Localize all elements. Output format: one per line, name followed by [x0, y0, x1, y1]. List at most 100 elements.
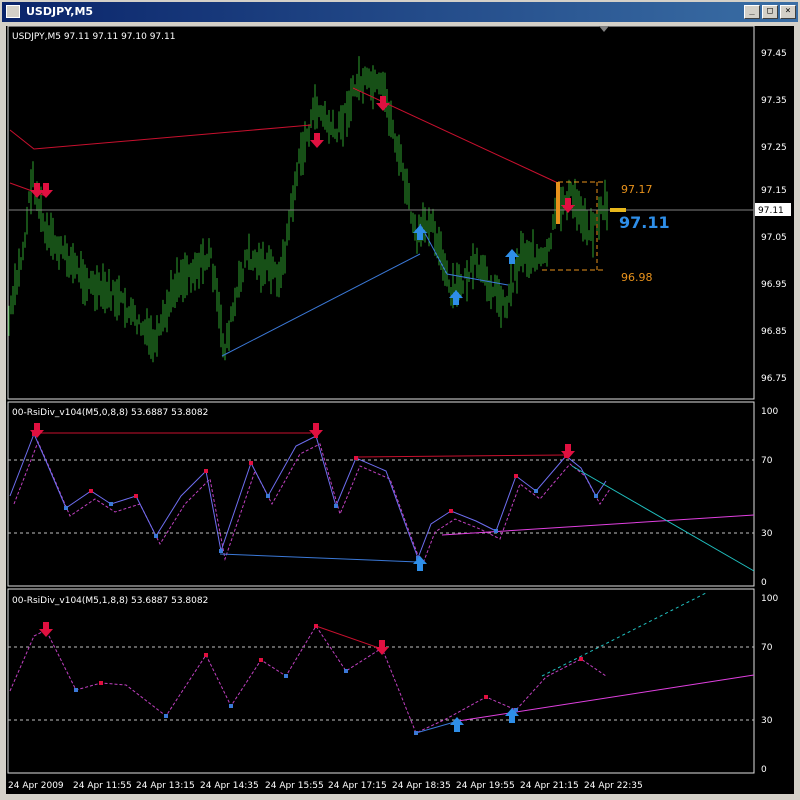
rsi-1-red-divergence-2	[355, 454, 567, 458]
swing-high-marker	[89, 489, 93, 493]
rsi-1-magenta-line	[441, 514, 755, 536]
price-label: 96.95	[761, 280, 787, 290]
time-label: 24 Apr 18:35	[392, 781, 451, 791]
chart-svg: USDJPY,M5 97.11 97.11 97.10 97.11 97.17 …	[7, 25, 791, 791]
swing-high-marker	[259, 658, 263, 662]
blue-trendline-1	[221, 253, 421, 357]
upper-level-label: 97.17	[621, 183, 653, 196]
swing-low-marker	[74, 688, 78, 692]
swing-high-marker	[204, 653, 208, 657]
minimize-button[interactable]: _	[744, 5, 760, 19]
rsi-2-scale-label: 100	[761, 594, 778, 604]
swing-low-marker	[64, 506, 68, 510]
rsi-panel-1-header: 00-RsiDiv_v104(M5,0,8,8) 53.6887 53.8082	[12, 408, 208, 418]
time-label: 24 Apr 15:55	[265, 781, 324, 791]
swing-low-marker	[284, 674, 288, 678]
swing-low-marker	[154, 534, 158, 538]
price-label: 97.45	[761, 49, 787, 59]
swing-low-marker	[164, 714, 168, 718]
swing-high-marker	[99, 681, 103, 685]
rsi-2-cyan-line	[541, 592, 707, 677]
swing-low-marker	[109, 502, 113, 506]
swing-high-marker	[314, 624, 318, 628]
red-trendline-left	[9, 124, 312, 150]
price-label: 97.25	[761, 143, 787, 153]
swing-low-marker	[414, 731, 418, 735]
rsi-1-main-line	[9, 432, 607, 560]
swing-low-marker	[334, 504, 338, 508]
sell-arrow-icon	[310, 133, 324, 148]
price-label: 96.85	[761, 327, 787, 337]
swing-high-marker	[449, 509, 453, 513]
time-label: 24 Apr 14:35	[200, 781, 259, 791]
rsi-2-signal-line	[9, 625, 607, 734]
swing-high-marker	[514, 474, 518, 478]
rsi-2-magenta-line	[457, 674, 755, 722]
main-panel: USDJPY,M5 97.11 97.11 97.10 97.11 97.17 …	[8, 32, 791, 384]
price-label: 97.15	[761, 186, 787, 196]
time-label: 24 Apr 21:15	[520, 781, 579, 791]
sell-arrow-icon	[309, 423, 323, 438]
close-button[interactable]: ×	[780, 5, 796, 19]
rsi-1-scale-label: 30	[761, 529, 773, 539]
buy-arrow-icon	[450, 717, 464, 732]
time-label: 24 Apr 13:15	[136, 781, 195, 791]
rsi-2-scale-label: 70	[761, 643, 773, 653]
swing-low-marker	[494, 529, 498, 533]
candle-series	[8, 56, 608, 363]
main-panel-header: USDJPY,M5 97.11 97.11 97.10 97.11	[12, 32, 175, 42]
swing-high-marker	[249, 461, 253, 465]
swing-low-marker	[594, 494, 598, 498]
chart-area[interactable]: USDJPY,M5 97.11 97.11 97.10 97.11 97.17 …	[6, 25, 794, 794]
buy-arrow-icon	[413, 556, 427, 571]
rsi-2-scale-label: 30	[761, 716, 773, 726]
time-label: 24 Apr 2009	[8, 781, 64, 791]
price-label: 97.05	[761, 233, 787, 243]
rsi-1-scale-label: 100	[761, 407, 778, 417]
rsi-panel-2: 00-RsiDiv_v104(M5,1,8,8) 53.6887 53.8082…	[8, 592, 778, 775]
swing-low-marker	[219, 549, 223, 553]
rsi-panel-1: 00-RsiDiv_v104(M5,0,8,8) 53.6887 53.8082…	[8, 407, 778, 588]
rsi-1-swing-markers	[32, 432, 598, 560]
swing-low-marker	[344, 669, 348, 673]
swing-high-marker	[354, 456, 358, 460]
rsi-2-scale-label: 0	[761, 765, 767, 775]
current-price-marker	[610, 208, 626, 212]
rsi-2-red-divergence	[315, 625, 383, 650]
swing-low-marker	[266, 494, 270, 498]
time-label: 24 Apr 19:55	[456, 781, 515, 791]
time-axis: 24 Apr 2009 24 Apr 11:55 24 Apr 13:15 24…	[8, 781, 643, 791]
rsi-panel-1-frame	[7, 401, 755, 587]
time-label: 24 Apr 17:15	[328, 781, 387, 791]
price-label: 97.35	[761, 96, 787, 106]
current-price-box-label: 97.11	[758, 206, 784, 216]
rsi-panel-2-frame	[7, 588, 755, 774]
rsi-1-signal-line	[13, 440, 611, 568]
swing-high-marker	[204, 469, 208, 473]
sell-arrow-icon	[561, 444, 575, 459]
big-price-label: 97.11	[619, 213, 670, 232]
rsi-1-scale-label: 0	[761, 578, 767, 588]
rsi-panel-2-header: 00-RsiDiv_v104(M5,1,8,8) 53.6887 53.8082	[12, 596, 208, 606]
time-label: 24 Apr 22:35	[584, 781, 643, 791]
swing-high-marker	[134, 494, 138, 498]
chart-window-icon	[6, 5, 20, 18]
sell-arrow-icon	[376, 96, 390, 111]
window-title: USDJPY,M5	[26, 5, 94, 18]
orange-candle-bar	[556, 182, 560, 224]
chart-shift-marker[interactable]	[599, 26, 609, 32]
price-scale: 97.45 97.35 97.25 97.15 97.05 96.95 96.8…	[755, 49, 791, 384]
time-label: 24 Apr 11:55	[73, 781, 132, 791]
rsi-1-scale-label: 70	[761, 456, 773, 466]
swing-low-marker	[229, 704, 233, 708]
swing-low-marker	[534, 489, 538, 493]
sell-arrow-icon	[39, 622, 53, 637]
sell-arrow-icon	[375, 640, 389, 655]
window-titlebar: USDJPY,M5 _ □ ×	[2, 2, 798, 22]
rsi-1-blue-divergence	[219, 553, 419, 563]
rsi-1-cyan-line	[571, 465, 755, 572]
maximize-button[interactable]: □	[762, 5, 778, 19]
price-label: 96.75	[761, 374, 787, 384]
lower-level-label: 96.98	[621, 271, 653, 284]
rsi-2-swing-markers	[44, 624, 583, 735]
